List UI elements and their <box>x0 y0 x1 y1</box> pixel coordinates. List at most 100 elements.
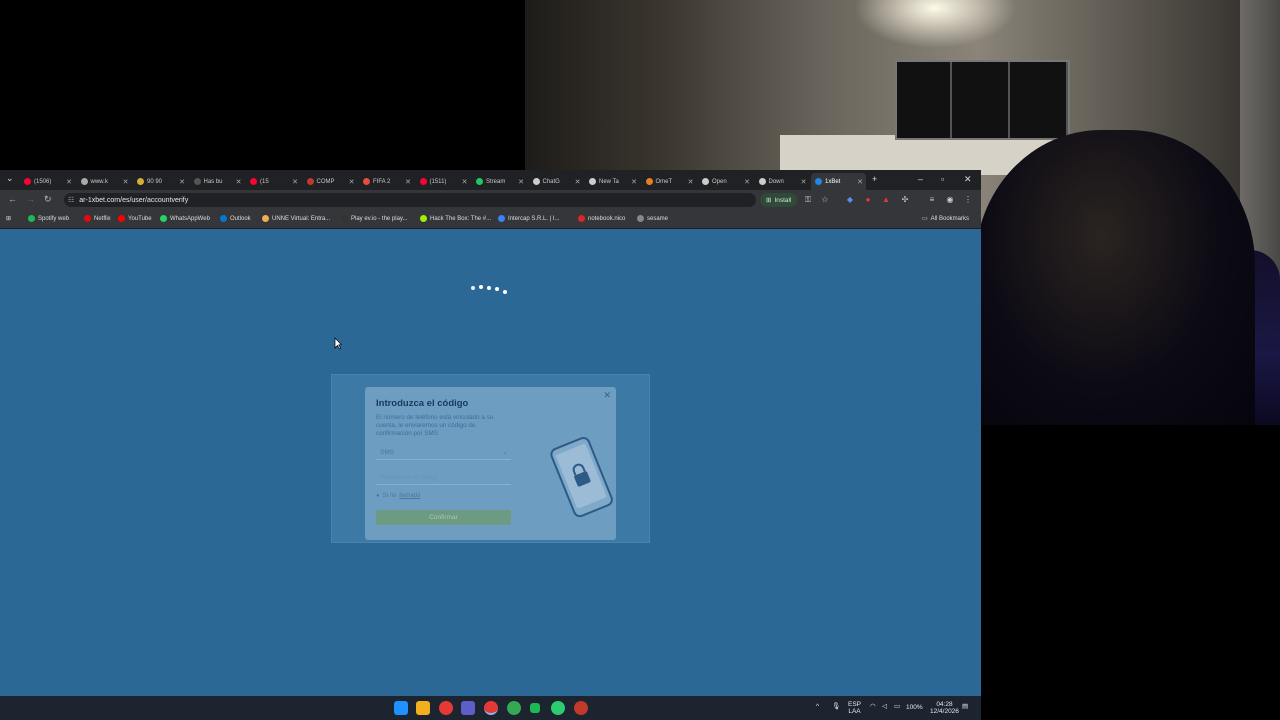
notifications-icon[interactable]: ▤ <box>962 703 968 710</box>
browser-tab[interactable]: (1511) ✕ <box>416 173 471 190</box>
tab-label: ChatG <box>542 178 560 185</box>
media-icon[interactable]: ≡ <box>927 194 937 205</box>
tab-close-icon[interactable]: ✕ <box>405 178 411 186</box>
extension-icon[interactable]: ● <box>863 194 873 205</box>
method-select[interactable]: SMS ⌄ <box>376 446 511 460</box>
tab-close-icon[interactable]: ✕ <box>744 178 750 186</box>
browser-tab[interactable]: (1506) ✕ <box>20 173 75 190</box>
tab-close-icon[interactable]: ✕ <box>349 178 355 186</box>
extensions-puzzle-icon[interactable]: ✣ <box>900 194 910 205</box>
tab-close-icon[interactable]: ✕ <box>575 178 581 186</box>
extension-icon[interactable]: ◆ <box>845 194 855 205</box>
resend-link[interactable]: llamada <box>399 493 420 499</box>
browser-tab[interactable]: (15 ✕ <box>246 173 301 190</box>
restore-button[interactable]: ▫ <box>941 174 944 184</box>
bookmark-item[interactable]: Outlook <box>220 215 251 222</box>
bookmark-item[interactable]: Netflix <box>84 215 111 222</box>
tab-close-icon[interactable]: ✕ <box>236 178 242 186</box>
site-info-icon[interactable]: ☷ <box>68 196 74 204</box>
tab-favicon-icon <box>363 178 370 185</box>
tab-close-icon[interactable]: ✕ <box>801 178 807 186</box>
chrome-icon[interactable] <box>439 701 453 715</box>
battery-icon[interactable]: ▭ <box>894 703 900 710</box>
spotify-icon[interactable] <box>551 701 565 715</box>
bookmark-item[interactable]: sesame <box>637 215 668 222</box>
bookmark-item[interactable]: Play ev.io - the play... <box>341 215 407 222</box>
folder-icon: ▭ <box>922 216 928 222</box>
back-icon[interactable]: ← <box>8 194 17 204</box>
volume-icon[interactable]: ◁ <box>882 703 887 710</box>
all-bookmarks-button[interactable]: ▭ All Bookmarks <box>922 215 969 223</box>
modal-title: Introduzca el código <box>376 398 469 409</box>
browser-tab[interactable]: Down ✕ <box>755 173 810 190</box>
clock[interactable]: 04:28 12/4/2026 <box>930 701 959 715</box>
tab-close-icon[interactable]: ✕ <box>518 178 524 186</box>
browser-tab[interactable]: 90 90 ✕ <box>133 173 188 190</box>
close-window-button[interactable]: ✕ <box>964 174 972 185</box>
start-menu-icon[interactable] <box>394 701 408 715</box>
tab-label: Stream <box>486 178 506 185</box>
menu-kebab-icon[interactable]: ⋮ <box>963 194 973 205</box>
bookmark-item[interactable]: Spotify web <box>28 215 69 222</box>
bookmark-favicon-icon <box>84 215 91 222</box>
tab-favicon-icon <box>758 178 766 185</box>
star-icon[interactable]: ☆ <box>820 194 830 205</box>
microphone-icon[interactable]: 🎙 <box>832 703 840 710</box>
tab-close-icon[interactable]: ✕ <box>123 178 129 186</box>
reload-icon[interactable]: ↻ <box>44 194 52 205</box>
browser-tab[interactable]: ChatG ✕ <box>529 173 584 190</box>
bookmark-item[interactable]: Hack The Box: The #... <box>420 215 491 222</box>
new-tab-button[interactable]: + <box>872 174 877 184</box>
extension-icon[interactable]: ▲ <box>881 194 891 205</box>
tab-favicon-icon <box>589 178 596 185</box>
url-text[interactable]: ar-1xbet.com/es/user/accountverify <box>79 197 188 204</box>
close-icon[interactable]: ✕ <box>603 390 611 401</box>
tab-search-icon[interactable]: ⌄ <box>6 173 14 184</box>
tab-close-icon[interactable]: ✕ <box>462 178 468 186</box>
profile-avatar-icon[interactable]: ◉ <box>945 194 955 205</box>
chrome-icon[interactable] <box>484 701 498 715</box>
bookmark-label: sesame <box>647 215 669 222</box>
file-explorer-icon[interactable] <box>416 701 430 715</box>
chrome-profile-icon[interactable] <box>507 701 521 715</box>
apps-grid-icon[interactable]: ⊞ <box>6 215 11 222</box>
tab-favicon-icon <box>24 178 31 185</box>
browser-tab[interactable]: New Ta ✕ <box>585 173 640 190</box>
bookmark-item[interactable]: YouTube <box>118 215 152 222</box>
tab-label: Open <box>712 178 727 185</box>
confirm-button[interactable]: Confirmar <box>376 510 511 525</box>
tab-close-icon[interactable]: ✕ <box>179 178 185 186</box>
recorder-icon[interactable] <box>574 701 588 715</box>
bookmark-item[interactable]: WhatsAppWeb <box>160 215 210 222</box>
phone-lock-icon <box>550 437 613 518</box>
chevron-up-icon[interactable]: ^ <box>816 703 819 710</box>
language-indicator[interactable]: ESP LAA <box>848 701 861 715</box>
tab-close-icon[interactable]: ✕ <box>66 178 72 186</box>
tab-close-icon[interactable]: ✕ <box>857 178 863 186</box>
omnibox[interactable]: ☷ ar-1xbet.com/es/user/accountverify <box>64 193 756 207</box>
browser-tab[interactable]: FIFA 2 ✕ <box>359 173 414 190</box>
teams-icon[interactable] <box>461 701 475 715</box>
browser-tab[interactable]: COMP ✕ <box>303 173 358 190</box>
code-input[interactable]: Introduzca el código <box>376 471 511 485</box>
browser-tab[interactable]: OmeT ✕ <box>642 173 697 190</box>
tab-close-icon[interactable]: ✕ <box>292 178 298 186</box>
bookmark-favicon-icon <box>220 215 227 222</box>
app-icon[interactable] <box>530 703 540 713</box>
bookmark-item[interactable]: notebook.nico <box>578 215 625 222</box>
browser-tab[interactable]: www.k ✕ <box>77 173 132 190</box>
browser-tab[interactable]: Open ✕ <box>698 173 753 190</box>
key-icon[interactable]: ⚿ <box>803 194 813 205</box>
bookmark-item[interactable]: UNNE Virtual: Entra... <box>262 215 330 222</box>
browser-tab[interactable]: Stream ✕ <box>472 173 527 190</box>
bookmark-item[interactable]: Intercap S.R.L. | I... <box>498 215 560 222</box>
tab-close-icon[interactable]: ✕ <box>688 178 694 186</box>
browser-tab[interactable]: Has bu ✕ <box>190 173 245 190</box>
tab-close-icon[interactable]: ✕ <box>631 178 637 186</box>
minimize-button[interactable]: – <box>918 174 923 184</box>
install-button[interactable]: ⊞ Install <box>760 193 798 207</box>
bookmark-label: Hack The Box: The #... <box>430 215 492 222</box>
forward-icon[interactable]: → <box>26 194 35 204</box>
wifi-icon[interactable]: ◠ <box>870 703 876 710</box>
browser-tab[interactable]: 1xBet ✕ <box>811 173 866 190</box>
